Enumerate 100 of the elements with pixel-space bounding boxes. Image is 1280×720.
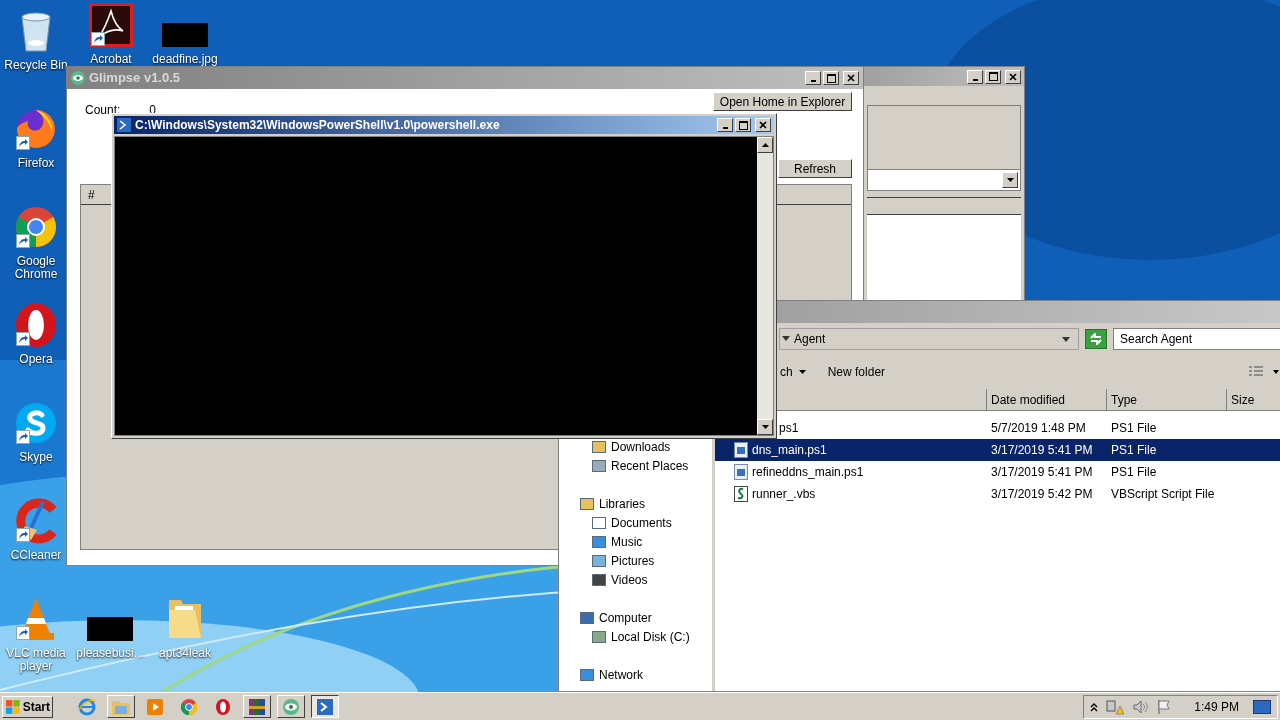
search-field[interactable]: Search Agent [1113,328,1280,350]
refresh-button[interactable] [1085,329,1107,349]
redacted-thumbnail [87,617,133,641]
caret-icon [798,370,806,374]
powershell-icon [316,697,334,716]
minimize-button[interactable] [717,118,733,132]
desktop-icon-label: Opera [18,353,54,366]
maximize-icon [826,73,836,83]
taskbar-button[interactable] [311,695,339,718]
open-home-button[interactable]: Open Home in Explorer [713,92,852,111]
glimpse-icon [282,697,300,716]
refresh-button[interactable]: Refresh [778,159,852,178]
maximize-button[interactable] [823,71,839,85]
ccleaner-icon [13,498,59,544]
desktop-icon-label: pleasebusi... [75,647,145,660]
column-header[interactable]: Size [1227,389,1280,410]
flag-icon[interactable] [1156,698,1173,715]
caret-icon [1062,336,1070,342]
minimize-button[interactable] [805,71,821,85]
close-button[interactable] [755,118,771,132]
volume-icon[interactable] [1132,698,1149,715]
breadcrumb[interactable]: Agent [794,330,1062,348]
toolbar-menu[interactable]: ch [780,363,806,381]
caret-icon [1006,178,1014,182]
maximize-button[interactable] [985,69,1001,84]
shortcut-arrow-icon [16,528,30,542]
script-file-icon [733,486,749,502]
nav-item[interactable]: Recent Places [559,456,712,475]
desktop-icon-label: CCleaner [9,549,63,562]
maximize-button[interactable] [735,118,751,132]
dropdown-field[interactable] [867,169,1021,191]
file-date: 3/17/2019 5:41 PM [990,464,1094,481]
column-header[interactable]: # [81,185,109,204]
file-name: runner_.vbs [752,486,816,503]
picture-icon [591,552,607,569]
count-label: Count: [85,102,121,119]
desktop-icon-label: Skype [18,451,54,464]
desktop-icon-label: apt34leak [157,647,212,660]
file-name: dns_main.ps1 [752,442,827,459]
nav-item[interactable]: Local Disk (C:) [559,627,712,646]
file-date: 5/7/2019 1:48 PM [990,420,1087,437]
shortcut-arrow-icon [16,234,30,248]
ie-icon [78,697,96,716]
column-header[interactable]: Type [1107,389,1227,410]
start-button[interactable]: Start [2,695,53,718]
address-bar[interactable]: Agent [779,328,1079,350]
shortcut-arrow-icon [16,332,30,346]
file-date: 3/17/2019 5:41 PM [990,442,1094,459]
music-icon [591,533,607,550]
desktop-icon-label: VLC media player [5,647,67,673]
minimize-icon [972,78,978,81]
nav-item[interactable]: Libraries [559,494,712,513]
file-date: 3/17/2019 5:42 PM [990,486,1094,503]
minimize-button[interactable] [967,69,983,84]
window-title: Glimpse v1.0.5 [89,69,182,88]
file-name: ps1 [779,420,799,437]
arrow-up-icon [761,143,769,147]
nav-item[interactable]: Downloads [559,437,712,456]
acrobat-icon [89,3,133,47]
nav-item[interactable]: Videos [559,570,712,589]
shortcut-arrow-icon [16,136,30,150]
downloads-icon [591,438,607,455]
nav-item[interactable]: Network [559,665,712,684]
selected-file-row[interactable]: dns_main.ps1 3/17/2019 5:41 PM PS1 File [715,439,1280,461]
close-icon [759,121,767,129]
desktop-icon[interactable] [87,2,135,48]
desktop-icon-label: Acrobat [89,53,133,66]
close-icon [1009,72,1017,81]
clock[interactable]: 1:49 PM [1194,697,1239,716]
script-file-icon [733,464,749,480]
nav-item[interactable]: Pictures [559,551,712,570]
maximize-icon [988,72,998,81]
video-icon [591,571,607,588]
redacted-thumbnail [162,23,208,47]
minimize-icon [722,127,728,129]
new-folder-button[interactable]: New folder [827,363,886,381]
shortcut-arrow-icon [16,626,30,640]
shortcut-arrow-icon [91,32,105,46]
computer-icon [579,609,595,626]
nav-item[interactable]: Documents [559,513,712,532]
network-icon [579,666,595,683]
show-desktop-icon[interactable] [1253,699,1271,714]
nav-item[interactable]: Music [559,532,712,551]
archive-icon [248,697,266,716]
column-header[interactable]: Date modified [987,389,1107,410]
recent-icon [591,457,607,474]
refresh-icon [1089,333,1103,345]
media-icon [146,697,164,716]
minimize-icon [810,80,816,82]
close-button[interactable] [843,71,859,85]
scrollbar[interactable] [757,137,773,435]
close-button[interactable] [1005,69,1021,84]
chevron-up-icon[interactable] [1090,701,1099,712]
desktop-icon-label: Firefox [16,157,56,170]
windows-logo-icon [5,698,21,715]
nav-item[interactable]: Computer [559,608,712,627]
script-file-icon [733,442,749,458]
library-icon [579,495,595,512]
chevron-icon [782,335,790,343]
file-type: PS1 File [1110,420,1158,437]
